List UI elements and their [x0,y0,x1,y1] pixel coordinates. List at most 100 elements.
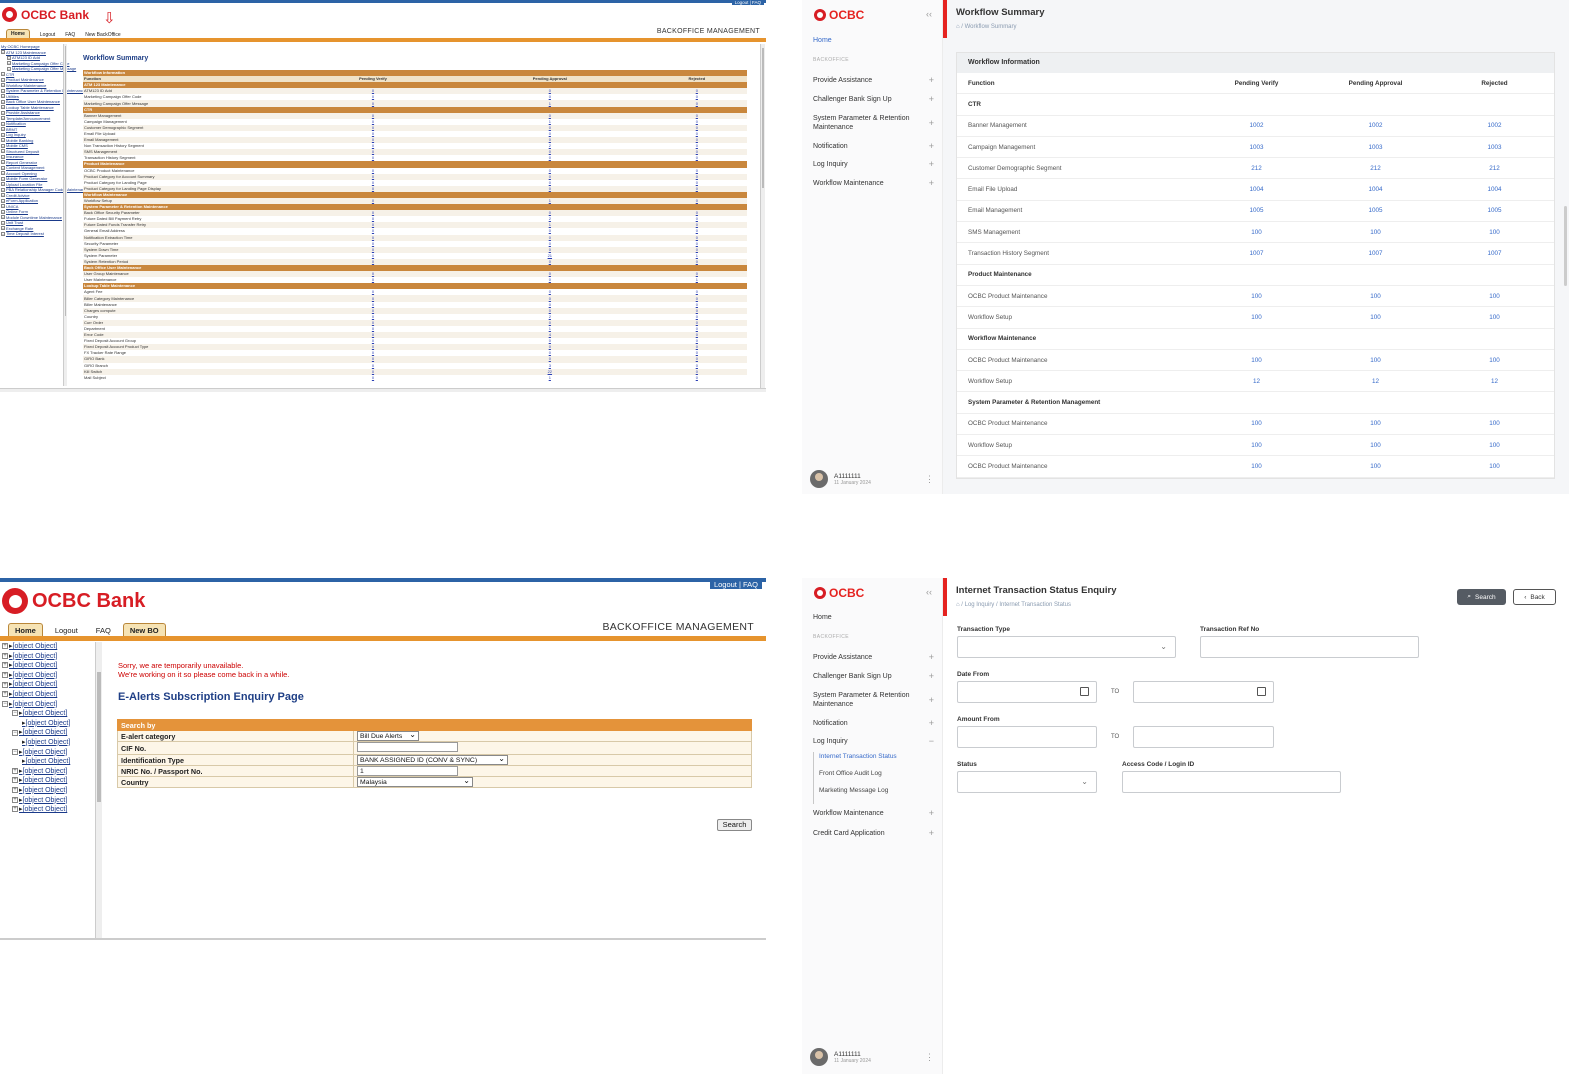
expand-icon[interactable]: + [1,116,5,121]
expand-icon[interactable]: + [1,193,5,198]
count-link[interactable]: 12 [1435,378,1554,385]
plus-icon[interactable]: + [929,672,934,681]
count-link[interactable]: 100 [1197,314,1316,321]
sidebar-item-home[interactable]: Home [813,36,934,45]
expand-icon[interactable]: + [1,154,5,159]
expand-icon[interactable]: + [1,215,5,220]
country-select[interactable]: Malaysia [357,776,473,787]
expand-icon[interactable]: + [2,643,8,650]
count-link[interactable]: 100 [1435,463,1554,470]
expand-icon[interactable]: + [12,767,18,774]
expand-icon[interactable]: + [1,204,5,209]
expand-icon[interactable]: + [1,138,5,143]
count-link[interactable]: 1002 [1197,122,1316,129]
count-link[interactable]: 1004 [1316,186,1435,193]
expand-icon[interactable]: + [2,691,8,698]
expand-icon[interactable]: − [2,700,8,707]
header-links[interactable]: Logout | FAQ [709,580,762,589]
collapse-sidebar-icon[interactable]: ‹‹ [926,9,932,19]
expand-icon[interactable]: + [1,99,5,104]
count-link[interactable]: 100 [1197,442,1316,449]
date-to-input[interactable] [1133,681,1274,703]
expand-icon[interactable]: + [2,662,8,669]
expand-icon[interactable]: + [1,182,5,187]
count-link[interactable]: 1005 [1197,207,1316,214]
expand-icon[interactable]: + [1,226,5,231]
expand-icon[interactable]: + [7,66,11,71]
count-link[interactable]: 100 [1435,229,1554,236]
expand-icon[interactable]: + [1,171,5,176]
tree-item[interactable]: + ▸[object Object] [2,652,94,662]
count-link[interactable]: 100 [1435,357,1554,364]
nric-input[interactable]: 1 [357,766,458,776]
expand-icon[interactable]: + [1,72,5,77]
expand-icon[interactable]: + [7,61,11,66]
expand-icon[interactable]: + [1,187,5,192]
tree-item[interactable]: + ▸[object Object] [2,661,94,671]
expand-icon[interactable]: + [2,652,8,659]
amount-from-input[interactable] [957,726,1097,748]
expand-icon[interactable]: + [1,110,5,115]
expand-icon[interactable]: + [1,165,5,170]
sidebar-item[interactable]: System Parameter & Retention Maintenance… [813,114,934,132]
tree-item[interactable]: − ▸[object Object] [2,748,94,758]
sidebar-item[interactable]: Workflow Maintenance + [813,809,934,818]
sidebar-item[interactable]: Workflow Maintenance + [813,179,934,188]
count-link[interactable]: 1002 [1435,122,1554,129]
count-link[interactable]: 1007 [1435,250,1554,257]
count-link[interactable]: 0 [293,374,453,381]
count-link[interactable]: 12 [1316,378,1435,385]
plus-icon[interactable]: + [929,160,934,169]
breadcrumb[interactable]: ⌂ / Workflow Summary [956,24,1017,30]
plus-icon[interactable]: + [929,809,934,818]
cif-input[interactable] [357,742,458,752]
tab-new-bo[interactable]: New BO [122,623,166,637]
expand-icon[interactable]: + [1,88,5,93]
count-link[interactable]: 100 [1435,314,1554,321]
search-button[interactable]: ⌕ Search [1457,589,1506,605]
count-link[interactable]: 100 [1435,442,1554,449]
sidebar-item[interactable]: Challenger Bank Sign Up + [813,672,934,681]
sidebar-item[interactable]: Log Inquiry − [813,737,934,746]
tree-item[interactable]: + ▸[object Object] [2,690,94,700]
tree-item[interactable]: + Time Deposit Interest [1,231,63,237]
tab-home[interactable]: Home [6,29,30,38]
expand-icon[interactable]: + [1,105,5,110]
plus-icon[interactable]: + [929,695,934,705]
tree-item[interactable]: − ▸[object Object] [2,700,94,710]
ealert-category-select[interactable]: Bill Due Alerts [357,730,419,741]
expand-icon[interactable]: + [7,55,11,60]
count-link[interactable]: 212 [1197,165,1316,172]
plus-icon[interactable]: + [929,76,934,85]
sidebar-item[interactable]: Notification + [813,142,934,151]
expand-icon[interactable]: + [1,209,5,214]
expand-icon[interactable]: + [1,176,5,181]
sidebar-item[interactable]: Provide Assistance + [813,76,934,85]
sidebar-item-home[interactable]: Home [813,613,934,622]
tree-item[interactable]: + ▸[object Object] [2,671,94,681]
count-link[interactable]: 100 [1316,229,1435,236]
count-link[interactable]: 100 [1316,293,1435,300]
expand-icon[interactable]: + [1,198,5,203]
collapse-sidebar-icon[interactable]: ‹‹ [926,587,932,597]
expand-icon[interactable]: + [1,94,5,99]
plus-icon[interactable]: + [929,179,934,188]
expand-icon[interactable]: − [12,729,18,736]
sidebar-item[interactable]: Log Inquiry + [813,160,934,169]
submenu-item[interactable]: Front Office Audit Log [819,770,882,777]
submenu-item[interactable]: Internet Transaction Status [819,753,897,760]
plus-icon[interactable]: + [929,719,934,728]
sidebar-item[interactable]: Provide Assistance + [813,653,934,662]
expand-icon[interactable]: + [12,787,18,794]
count-link[interactable]: 100 [1197,420,1316,427]
count-link[interactable]: 1 [452,374,647,381]
expand-icon[interactable]: + [1,50,5,55]
expand-icon[interactable]: + [12,796,18,803]
count-link[interactable]: 100 [1316,463,1435,470]
count-link[interactable]: 100 [1316,420,1435,427]
tab-home[interactable]: Home [8,623,43,637]
expand-icon[interactable]: − [12,710,18,717]
sidebar-item[interactable]: Credit Card Application + [813,829,934,838]
header-links[interactable]: Logout | FAQ [731,0,764,5]
count-link[interactable]: 212 [1316,165,1435,172]
